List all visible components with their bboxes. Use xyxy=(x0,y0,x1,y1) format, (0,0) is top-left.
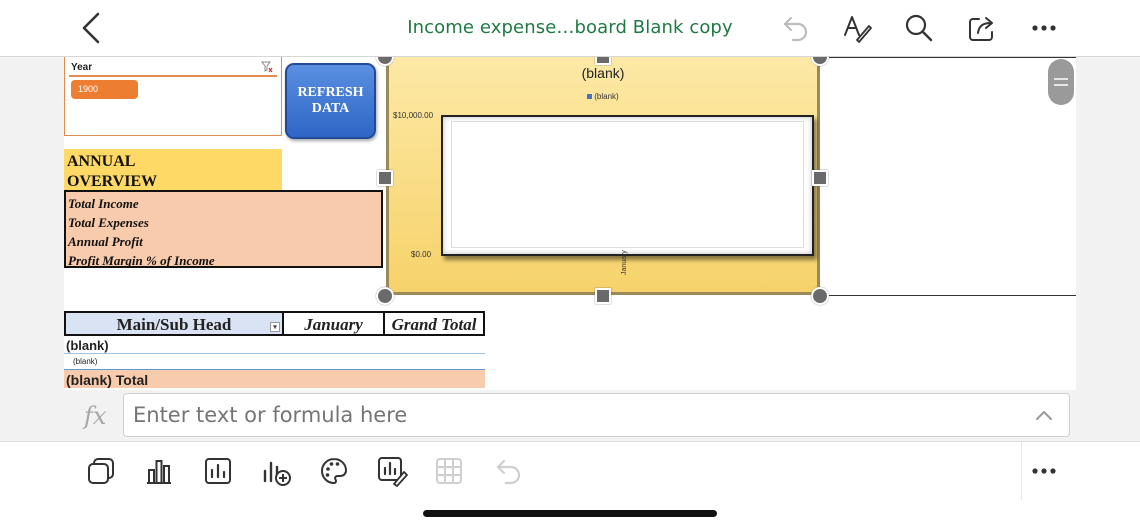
total-income-cell[interactable]: Total Income xyxy=(68,194,379,213)
refresh-data-button[interactable]: REFRESH DATA xyxy=(285,63,376,139)
top-bar: Income expense…board Blank copy xyxy=(0,0,1140,57)
total-expenses-cell[interactable]: Total Expenses xyxy=(68,213,379,232)
chart-elements-icon[interactable] xyxy=(200,453,236,489)
annual-heading-line-1: ANNUAL xyxy=(67,153,136,170)
draw-pen-icon[interactable] xyxy=(838,9,876,47)
resize-handle-left[interactable] xyxy=(377,170,393,186)
more-icon[interactable] xyxy=(1026,453,1062,489)
bottom-toolbar xyxy=(0,441,1140,527)
plot-area[interactable] xyxy=(441,115,814,256)
pivot-row-blank[interactable]: (blank) xyxy=(64,336,485,354)
legend-entry: (blank) xyxy=(594,92,619,101)
toolbar-divider xyxy=(1021,442,1022,500)
resize-handle-right[interactable] xyxy=(812,170,828,186)
cell-border-top xyxy=(820,57,1076,58)
slicer-item-1900[interactable]: 1900 xyxy=(71,80,138,99)
pivot-header-row: Main/Sub Head ▾ January Grand Total xyxy=(64,311,485,336)
more-icon[interactable] xyxy=(1025,9,1063,47)
slicer-divider xyxy=(69,75,277,77)
spreadsheet-grid[interactable]: Year 1900 REFRESH DATA ANNUAL OVERVIEW T… xyxy=(64,57,1076,390)
y-tick-label-top: $10,000.00 xyxy=(393,111,434,120)
edit-chart-icon[interactable] xyxy=(374,453,410,489)
home-indicator[interactable] xyxy=(423,510,717,517)
legend-swatch xyxy=(587,94,593,99)
annual-profit-cell[interactable]: Annual Profit xyxy=(68,232,379,251)
left-gutter xyxy=(0,57,64,441)
pivot-chart[interactable]: (blank) (blank) $10,000.00 $0.00 January xyxy=(386,57,820,295)
pivot-header-grand-total[interactable]: Grand Total xyxy=(383,313,483,334)
year-slicer[interactable]: Year 1900 xyxy=(64,57,282,136)
add-chart-icon[interactable] xyxy=(258,453,294,489)
bar-chart-icon[interactable] xyxy=(141,453,177,489)
chevron-up-icon[interactable] xyxy=(1034,405,1054,425)
chart-legend: (blank) xyxy=(389,92,817,101)
slicer-title: Year xyxy=(71,62,93,73)
pivot-header-main-sub-head[interactable]: Main/Sub Head xyxy=(66,313,282,334)
pivot-table[interactable]: Main/Sub Head ▾ January Grand Total (bla… xyxy=(64,311,485,388)
table-grid-icon[interactable] xyxy=(431,453,467,489)
filter-dropdown-icon[interactable]: ▾ xyxy=(270,322,280,332)
plot-inner-area xyxy=(451,121,804,248)
profit-margin-cell[interactable]: Profit Margin % of Income xyxy=(68,251,379,270)
resize-handle-bottom[interactable] xyxy=(595,288,611,304)
share-icon[interactable] xyxy=(963,9,1001,47)
right-gutter xyxy=(1076,57,1140,441)
search-icon[interactable] xyxy=(900,9,938,47)
palette-icon[interactable] xyxy=(316,453,352,489)
formula-input[interactable] xyxy=(123,393,1070,437)
annual-overview-table[interactable]: Total Income Total Expenses Annual Profi… xyxy=(64,190,383,268)
refresh-line-2: DATA xyxy=(311,101,350,116)
formula-bar: fx xyxy=(64,390,1076,441)
vertical-scrollbar[interactable] xyxy=(1048,59,1074,105)
resize-handle-bottom-right[interactable] xyxy=(811,287,829,305)
pivot-row-blank-sub[interactable]: (blank) xyxy=(64,354,485,370)
undo-icon[interactable] xyxy=(777,9,815,47)
refresh-line-1: REFRESH xyxy=(297,85,364,100)
annual-heading-line-2: OVERVIEW xyxy=(67,173,158,190)
resize-handle-top[interactable] xyxy=(595,57,611,65)
pivot-row-blank-total[interactable]: (blank) Total xyxy=(64,370,485,388)
copy-icon[interactable] xyxy=(83,453,119,489)
resize-handle-bottom-left[interactable] xyxy=(376,287,394,305)
chart-title: (blank) xyxy=(581,65,625,81)
cell-border-bottom xyxy=(820,295,1076,296)
pivot-header-january[interactable]: January xyxy=(282,313,383,334)
function-icon[interactable]: fx xyxy=(84,402,106,430)
y-tick-label-bottom: $0.00 xyxy=(411,250,432,259)
x-category-label: January xyxy=(621,250,628,275)
clear-filter-icon[interactable] xyxy=(261,61,273,73)
undo-icon[interactable] xyxy=(491,453,527,489)
annual-overview-heading[interactable]: ANNUAL OVERVIEW xyxy=(64,149,282,190)
